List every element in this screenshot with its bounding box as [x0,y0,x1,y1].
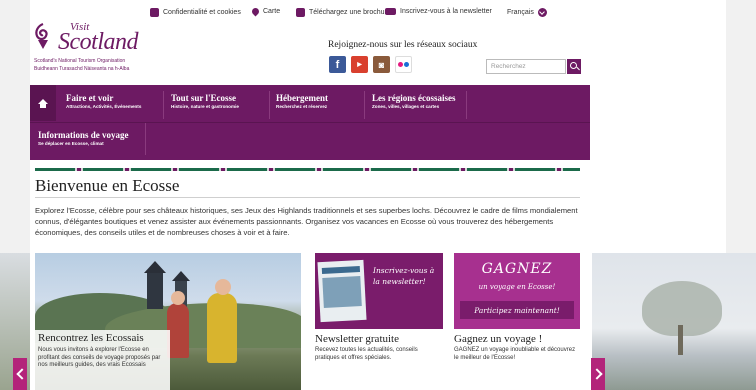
photo-person-head [171,291,185,305]
utility-bar: Confidentialité et cookies Carte Télécha… [150,6,590,26]
nav-separator [364,91,365,119]
nav-item-subtitle: Recherchez et réservez [276,104,328,109]
newsletter-link[interactable]: Inscrivez-vous à la newsletter [385,8,492,15]
contest-headline: GAGNEZ [481,261,553,277]
logo-scotland: Scotland [58,29,139,55]
card-text: Recevez toutes les actualités, conseils … [315,347,418,361]
book-icon [296,8,305,17]
photo-tree-trunk [678,325,683,355]
chevron-down-icon [537,8,547,17]
photo-person [167,303,189,358]
magazine-image [317,259,367,323]
nav-item-title: Informations de voyage [38,130,129,140]
nav-item-subtitle: Se déplacer en Ecosse, climat [38,141,104,146]
youtube-icon[interactable]: ▶ [351,56,368,73]
privacy-label: Confidentialité et cookies [163,9,241,16]
card-newsletter[interactable]: Inscrivez-vous à la newsletter! Newslett… [315,253,443,390]
nav-separator [145,123,146,155]
newsletter-label: Inscrivez-vous à la newsletter [400,8,492,15]
map-pin-icon [250,6,261,17]
visitscotland-logo[interactable]: Visit Scotland Scotland's National Touri… [32,18,162,78]
nav-item-subtitle: Attractions, Activités, Événements [66,104,142,109]
nav-item-tout-sur-lecosse[interactable]: Tout sur l'Ecosse Histoire, nature et ga… [171,93,239,109]
home-icon [38,98,48,108]
language-label: Français [507,9,534,16]
map-label: Carte [263,8,281,15]
lock-icon [150,8,159,17]
nav-item-faire-et-voir[interactable]: Faire et voir Attractions, Activités, Év… [66,93,141,109]
nav-item-title: Faire et voir [66,93,114,103]
photo-person [207,293,237,363]
logo-org-gaelic: Buidheann Turasachd Nàiseanta na h-Alba [34,66,130,72]
card-title: Gagnez un voyage ! [454,333,543,345]
card-meet-the-scots[interactable]: Rencontrez les Ecossais Nous vous invito… [35,253,301,390]
nav-separator [269,91,270,119]
nav-row-divider [30,122,590,123]
brochure-link[interactable]: Téléchargez une brochure [296,8,391,17]
logo-org-english: Scotland's National Tourism Organisation [34,58,126,64]
card-text: Nous vous invitons à explorer l'Ecosse e… [38,347,161,368]
title-divider [35,197,580,198]
search-button[interactable] [567,59,581,74]
language-selector[interactable]: Français [507,8,547,17]
nav-item-hebergement[interactable]: Hébergement Recherchez et réservez [276,93,328,109]
page: Confidentialité et cookies Carte Télécha… [30,0,590,390]
nav-item-title: Les régions écossaises [372,93,456,103]
card-text: GAGNEZ un voyage inoubliable et découvre… [454,347,576,361]
contest-banner: GAGNEZ un voyage en Ecosse! Participez m… [454,253,580,329]
nav-item-subtitle: Histoire, nature et gastronomie [171,104,239,109]
search-input[interactable] [486,59,566,74]
nav-item-subtitle: Zones, villes, villages et cartes [372,104,440,109]
contest-subline: un voyage en Ecosse! [478,283,556,291]
card-title: Rencontrez les Ecossais [38,332,144,344]
carousel-prev-button[interactable] [13,358,27,390]
flickr-icon[interactable] [395,56,412,73]
nav-item-title: Hébergement [276,93,328,103]
social-links: f ▶ ◙ [329,56,412,73]
carousel-next-preview [592,253,756,390]
brochure-label: Téléchargez une brochure [309,9,391,16]
nav-item-title: Tout sur l'Ecosse [171,93,237,103]
carousel-next-button[interactable] [591,358,605,390]
card-title: Newsletter gratuite [315,333,399,345]
tartan-divider [35,168,580,171]
photo-person-head [215,279,231,295]
thistle-icon [35,22,48,49]
map-link[interactable]: Carte [250,6,281,17]
privacy-link[interactable]: Confidentialité et cookies [150,8,241,17]
instagram-icon[interactable]: ◙ [373,56,390,73]
card-win-a-trip[interactable]: GAGNEZ un voyage en Ecosse! Participez m… [454,253,580,390]
contest-cta[interactable]: Participez maintenant! [460,301,574,319]
photo-distillery [144,261,166,309]
facebook-icon[interactable]: f [329,56,346,73]
nav-item-informations-de-voyage[interactable]: Informations de voyage Se déplacer en Ec… [38,130,129,146]
newsletter-image-text: Inscrivez-vous à la newsletter! [373,266,435,286]
social-title: Rejoignez-nous sur les réseaux sociaux [328,40,478,50]
nav-separator [466,91,467,119]
nav-item-regions[interactable]: Les régions écossaises Zones, villes, vi… [372,93,456,109]
home-button[interactable] [30,85,56,121]
card-caption: Rencontrez les Ecossais Nous vous invito… [35,330,170,390]
nav-separator [163,91,164,119]
intro-paragraph: Explorez l'Ecosse, célèbre pour ses chât… [35,206,578,237]
main-nav: Faire et voir Attractions, Activités, Év… [30,85,590,160]
newsletter-image: Inscrivez-vous à la newsletter! [315,253,443,329]
page-title: Bienvenue en Ecosse [35,176,180,195]
envelope-icon [385,8,396,15]
